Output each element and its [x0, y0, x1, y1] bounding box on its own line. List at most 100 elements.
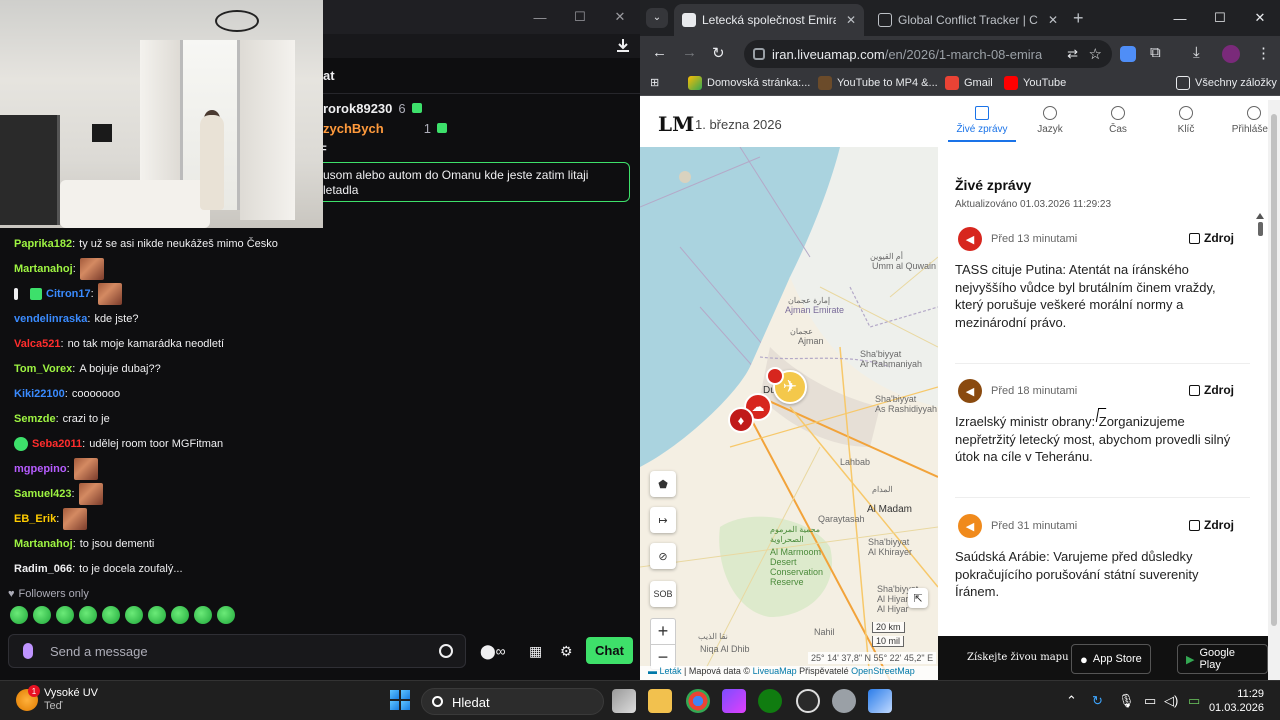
chat-username[interactable]: mgpepino	[14, 463, 67, 475]
liveuamap-link[interactable]: LiveuaMap	[753, 666, 797, 676]
downloads-icon[interactable]: ⤓	[1193, 44, 1200, 61]
download-icon[interactable]	[614, 37, 632, 55]
scroll-up-icon[interactable]	[1256, 213, 1264, 219]
fullscreen-icon[interactable]: ⇱	[908, 588, 928, 608]
google-play-button[interactable]: ▶ Google Play	[1177, 644, 1268, 674]
maximize-icon[interactable]: ☐	[1200, 0, 1240, 36]
emote-button[interactable]	[10, 606, 28, 624]
sync-icon[interactable]: ↻	[1092, 693, 1103, 709]
nav-login[interactable]: Přihlášení	[1220, 106, 1268, 142]
channel-points-icon[interactable]: ⬤∞	[480, 643, 506, 660]
close-tab-icon[interactable]: ✕	[1048, 13, 1058, 27]
extension-icon[interactable]	[1120, 46, 1136, 62]
microphone-icon[interactable]	[23, 643, 33, 659]
feed-scrollbar[interactable]	[1256, 213, 1264, 613]
settings-icon[interactable]	[832, 689, 856, 713]
polygon-tool-icon[interactable]: ⬟	[650, 471, 676, 497]
volume-icon[interactable]: ◁)	[1164, 693, 1178, 709]
chat-input[interactable]: Send a message	[8, 634, 466, 668]
bookmark-yt-mp4[interactable]: YouTube to MP4 &...	[818, 76, 938, 90]
chat-username[interactable]: Martanahoj	[14, 538, 73, 550]
obs-icon[interactable]	[796, 689, 820, 713]
file-explorer-icon[interactable]	[648, 689, 672, 713]
forward-icon[interactable]: →	[682, 44, 697, 61]
emote-button[interactable]	[125, 606, 143, 624]
maximize-icon[interactable]: ☐	[560, 0, 600, 34]
chat-username[interactable]: Semzde	[14, 413, 56, 425]
source-link[interactable]: Zdroj	[1189, 518, 1234, 532]
minimize-icon[interactable]: —	[1160, 0, 1200, 36]
tab-liveuamap[interactable]: Letecká společnost Emirates oz ✕	[674, 4, 864, 36]
remote-app-icon[interactable]	[868, 689, 892, 713]
start-button[interactable]	[390, 690, 410, 710]
weather-widget[interactable]: 1 Vysoké UV Teď	[16, 685, 98, 713]
scroll-thumb[interactable]	[1257, 222, 1263, 236]
photo-app-icon[interactable]	[722, 689, 746, 713]
taskbar-search[interactable]: Hledat	[421, 688, 604, 715]
emoji-icon[interactable]	[439, 644, 453, 658]
close-icon[interactable]: ✕	[600, 0, 640, 34]
all-bookmarks[interactable]: Všechny záložky	[1176, 76, 1277, 90]
chat-username[interactable]: Citron17	[46, 288, 91, 300]
chat-username[interactable]: Kiki22100	[14, 388, 65, 400]
source-link[interactable]: Zdroj	[1189, 383, 1234, 397]
nav-language[interactable]: Jazyk	[1016, 106, 1084, 142]
close-tab-icon[interactable]: ✕	[846, 13, 856, 27]
new-tab-icon[interactable]: +	[1073, 8, 1084, 29]
app-store-button[interactable]: ● App Store	[1071, 644, 1151, 674]
chat-username[interactable]: Seba2011	[32, 438, 82, 450]
menu-kebab-icon[interactable]: ⋮	[1256, 44, 1271, 62]
chat-username[interactable]: Tom_Vorex	[14, 363, 72, 375]
chat-username[interactable]: vendelinraska	[14, 313, 87, 325]
bookmark-star-icon[interactable]: ☆	[1089, 45, 1102, 63]
news-item[interactable]: ◀ Před 13 minutami Zdroj TASS cituje Put…	[955, 227, 1250, 347]
nav-key[interactable]: Klíč	[1152, 106, 1220, 142]
extensions-puzzle-icon[interactable]: ⧉	[1150, 44, 1161, 61]
address-bar[interactable]: iran.liveuamap.com/en/2026/1-march-08-em…	[744, 40, 1112, 68]
leaflet-link[interactable]: ▬ Leták	[648, 666, 682, 676]
missile-icon[interactable]: ♦	[728, 407, 754, 433]
news-item[interactable]: ◀ Před 18 minutami Zdroj Izraelský minis…	[955, 379, 1250, 489]
chat-username[interactable]: Paprika182	[14, 238, 72, 250]
bookmark-home[interactable]: Domovská stránka:...	[688, 76, 810, 90]
back-icon[interactable]: ←	[652, 44, 667, 61]
chat-username[interactable]: EB_Erik	[14, 513, 56, 525]
nav-live-news[interactable]: Živé zprávy	[948, 106, 1016, 142]
chat-username[interactable]: Valca521	[14, 338, 61, 350]
emote-button[interactable]	[148, 606, 166, 624]
reload-icon[interactable]: ↻	[712, 44, 725, 62]
task-view-icon[interactable]	[612, 689, 636, 713]
xbox-icon[interactable]	[758, 689, 782, 713]
gifter-name[interactable]: zychBych	[323, 121, 384, 136]
pinned-message[interactable]: usom alebo autom do Omanu kde jeste zati…	[312, 162, 630, 202]
emote-button[interactable]	[79, 606, 97, 624]
bookmark-youtube[interactable]: YouTube	[1004, 76, 1066, 90]
emote-button[interactable]	[56, 606, 74, 624]
microphone-tray-icon[interactable]: 🎙	[1118, 693, 1135, 709]
clock[interactable]: 11:29 01.03.2026	[1209, 687, 1264, 715]
translate-icon[interactable]: ⇄	[1067, 46, 1078, 62]
store-icon[interactable]: ▦	[529, 643, 542, 660]
settings-icon[interactable]: ⚙	[560, 643, 573, 660]
emote-button[interactable]	[217, 606, 235, 624]
chat-username[interactable]: Martanahoj	[14, 263, 73, 275]
profile-avatar[interactable]	[1222, 45, 1240, 63]
liveuamap-logo[interactable]: LM	[658, 112, 694, 136]
chat-send-button[interactable]: Chat	[586, 637, 633, 664]
nav-time[interactable]: Čas	[1084, 106, 1152, 142]
map-date[interactable]: 1. března 2026	[695, 117, 782, 132]
bookmark-gmail[interactable]: Gmail	[945, 76, 993, 90]
webcam-video[interactable]	[0, 0, 323, 228]
tab-cfr[interactable]: Global Conflict Tracker | CFR Int ✕	[870, 4, 1066, 36]
measure-tool-icon[interactable]: ↦	[650, 507, 676, 533]
close-icon[interactable]: ✕	[1240, 0, 1280, 36]
page-scroll-thumb[interactable]	[1271, 114, 1277, 626]
site-info-icon[interactable]	[753, 48, 765, 60]
chat-username[interactable]: Samuel423	[14, 488, 71, 500]
emote-button[interactable]	[102, 606, 120, 624]
network-icon[interactable]: ▭	[1144, 693, 1156, 709]
tab-search-button[interactable]: ⌄	[646, 8, 668, 28]
hide-layers-icon[interactable]: ⊘	[650, 543, 676, 569]
event-marker-icon[interactable]	[766, 367, 784, 385]
osm-link[interactable]: OpenStreetMap	[851, 666, 915, 676]
